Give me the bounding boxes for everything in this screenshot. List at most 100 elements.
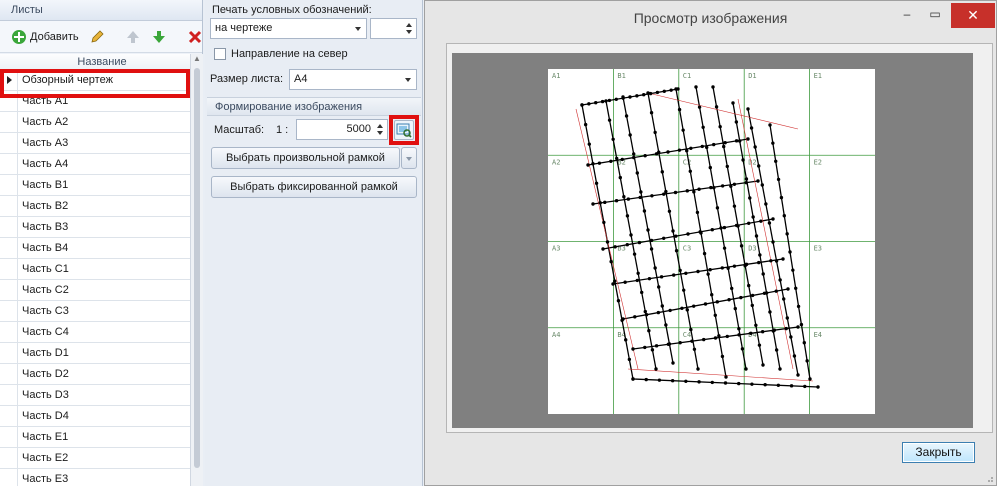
grid-cell-label: C2 — [683, 158, 691, 166]
table-row[interactable]: Часть C1 — [0, 259, 190, 280]
table-row[interactable]: Часть C3 — [0, 301, 190, 322]
row-label: Часть B4 — [22, 242, 69, 254]
sheets-list: Обзорный чертеж Часть A1 Часть A2 Часть A3 Ч… — [0, 70, 190, 486]
row-label: Часть D2 — [22, 368, 69, 380]
row-indicator — [0, 385, 18, 405]
preview-canvas: A1 B1 C1 D1 E1 A2 B2 C2 D2 E2 A3 B3 C3 D3 E3 A4 B4 C4 D4 E4 — [452, 53, 973, 428]
grid-cell-label: E2 — [814, 158, 822, 166]
table-row[interactable]: Часть D1 — [0, 343, 190, 364]
arrow-down-icon — [152, 30, 165, 43]
chevron-down-icon — [405, 78, 411, 82]
table-row[interactable]: Часть E3 — [0, 469, 190, 486]
row-indicator — [0, 259, 18, 279]
scroll-thumb[interactable] — [194, 68, 200, 468]
row-indicator — [0, 112, 18, 132]
row-label: Часть D4 — [22, 410, 69, 422]
move-down-button[interactable] — [148, 26, 170, 48]
sheet-size-combo[interactable]: A4 — [289, 69, 417, 90]
table-row[interactable]: Часть A4 — [0, 154, 190, 175]
sheets-toolbar: Добавить — [0, 21, 202, 53]
add-sheet-label: Добавить — [30, 30, 79, 43]
table-row[interactable]: Часть B1 — [0, 175, 190, 196]
chevron-down-icon — [355, 27, 361, 31]
north-direction-checkbox[interactable] — [214, 48, 226, 60]
spin-down-icon[interactable] — [377, 131, 383, 135]
close-button[interactable]: Закрыть — [902, 442, 975, 463]
edit-sheet-button[interactable] — [86, 26, 108, 48]
selected-row-highlight — [0, 69, 190, 98]
row-indicator — [0, 427, 18, 447]
row-indicator — [0, 154, 18, 174]
row-label: Часть B2 — [22, 200, 69, 212]
legend-print-combo[interactable]: на чертеже — [210, 18, 367, 39]
add-sheet-button[interactable]: Добавить — [8, 26, 82, 48]
sheets-scrollbar[interactable]: ▲ — [190, 54, 203, 486]
table-row[interactable]: Часть B2 — [0, 196, 190, 217]
plan-drawing: A1 B1 C1 D1 E1A2 B2 C2 D2 E2A3 B3 C3 D3 E3A4 B4 C4 D4 E4 — [548, 69, 875, 414]
spin-up-icon[interactable] — [406, 23, 412, 27]
delete-sheet-button[interactable] — [184, 26, 206, 48]
grid-cell-label: A2 — [552, 158, 560, 166]
table-row[interactable]: Часть A2 — [0, 112, 190, 133]
grid-cell-label: D1 — [748, 72, 756, 80]
refresh-preview-button[interactable] — [394, 120, 414, 140]
preview-sheet: A1 B1 C1 D1 E1 A2 B2 C2 D2 E2 A3 B3 C3 D3 E3 A4 B4 C4 D4 E4 — [548, 69, 875, 414]
resize-grip-icon[interactable] — [984, 473, 994, 483]
table-row[interactable]: Часть C2 — [0, 280, 190, 301]
row-indicator — [0, 238, 18, 258]
grid-cell-label: E1 — [814, 72, 822, 80]
grid-cell-label: A3 — [552, 245, 560, 253]
scroll-up-icon[interactable]: ▲ — [191, 54, 203, 66]
row-label: Часть C3 — [22, 305, 69, 317]
window-close-button[interactable]: ✕ — [951, 3, 995, 28]
minimize-icon: ‒ — [903, 7, 911, 21]
grid-cell-label: A1 — [552, 72, 560, 80]
table-row[interactable]: Часть D4 — [0, 406, 190, 427]
grid-cell-label: B1 — [617, 72, 625, 80]
close-icon: ✕ — [967, 7, 979, 23]
scale-value[interactable]: 5000 — [347, 123, 371, 135]
row-label: Часть E2 — [22, 452, 69, 464]
spin-down-icon[interactable] — [406, 30, 412, 34]
maximize-button[interactable]: ▭ — [920, 3, 950, 28]
row-indicator — [0, 217, 18, 237]
chevron-down-icon — [406, 157, 412, 161]
table-row[interactable]: Часть D2 — [0, 364, 190, 385]
add-icon — [12, 29, 26, 44]
row-label: Часть D3 — [22, 389, 69, 401]
row-indicator — [0, 469, 18, 486]
legend-size-spinner[interactable] — [370, 18, 417, 39]
row-indicator — [0, 196, 18, 216]
table-row[interactable]: Часть E1 — [0, 427, 190, 448]
pencil-icon — [91, 29, 104, 43]
grid-cell-label: C1 — [683, 72, 691, 80]
row-label: Часть B3 — [22, 221, 69, 233]
table-row[interactable]: Часть C4 — [0, 322, 190, 343]
select-free-frame-dropdown[interactable] — [401, 147, 417, 169]
scale-spinner[interactable]: 5000 — [296, 119, 388, 140]
grid-cell-label: E3 — [814, 245, 822, 253]
row-label: Часть E3 — [22, 473, 69, 485]
north-direction-label: Направление на север — [231, 48, 348, 60]
grid-cell-label: A4 — [552, 331, 560, 339]
grid-cell-label: C3 — [683, 245, 691, 253]
table-row[interactable]: Часть D3 — [0, 385, 190, 406]
grid-cell-label: D2 — [748, 158, 756, 166]
move-up-button[interactable] — [122, 26, 144, 48]
row-indicator — [0, 175, 18, 195]
row-indicator — [0, 364, 18, 384]
spin-up-icon[interactable] — [377, 124, 383, 128]
table-row[interactable]: Часть A3 — [0, 133, 190, 154]
select-free-frame-button[interactable]: Выбрать произвольной рамкой — [211, 147, 400, 169]
row-label: Часть A2 — [22, 116, 69, 128]
table-row[interactable]: Часть B3 — [0, 217, 190, 238]
column-header-name[interactable]: Название — [0, 54, 190, 70]
table-row[interactable]: Часть E2 — [0, 448, 190, 469]
row-label: Часть C4 — [22, 326, 69, 338]
select-fixed-frame-button[interactable]: Выбрать фиксированной рамкой — [211, 176, 417, 198]
minimize-button[interactable]: ‒ — [892, 3, 922, 28]
row-indicator — [0, 448, 18, 468]
table-row[interactable]: Часть B4 — [0, 238, 190, 259]
row-label: Часть E1 — [22, 431, 69, 443]
image-formation-group-caption: Формирование изображения — [207, 97, 421, 116]
